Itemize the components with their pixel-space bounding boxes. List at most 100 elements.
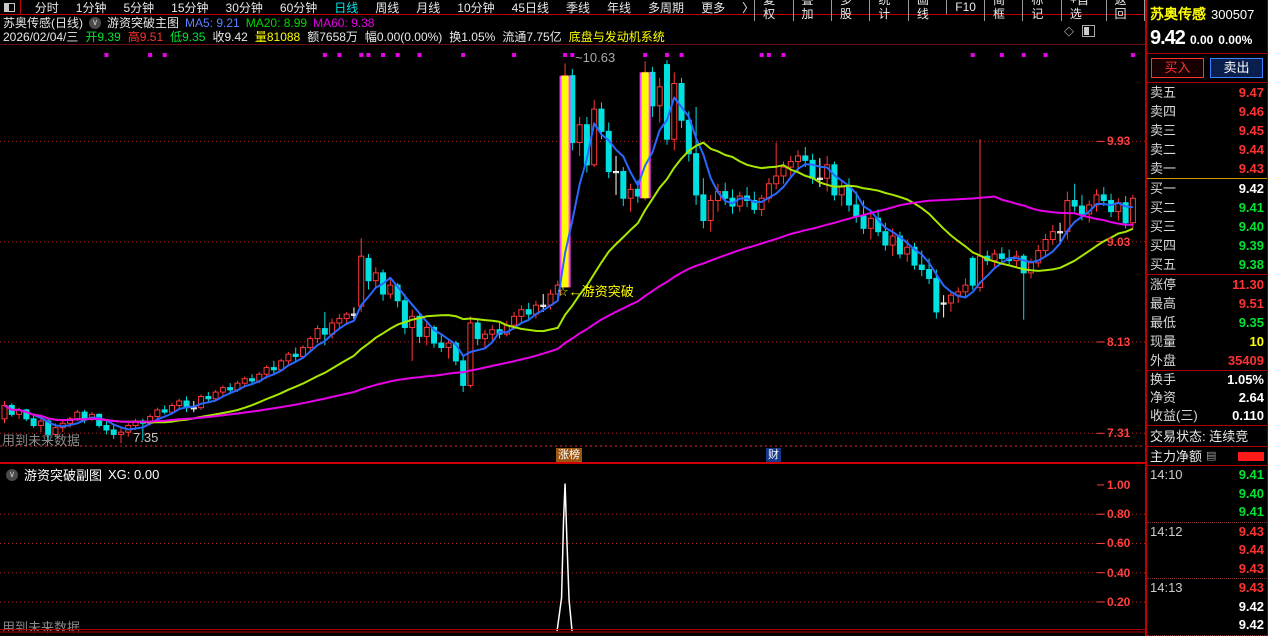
signal-dot bbox=[1131, 53, 1135, 57]
candle-body bbox=[512, 316, 517, 325]
level-price: 9.45 bbox=[1239, 121, 1264, 140]
candle-body bbox=[905, 247, 910, 254]
bid-row[interactable]: 买二9.41 bbox=[1147, 198, 1267, 217]
event-badge-涨榜[interactable]: 涨榜 bbox=[556, 448, 582, 462]
candle-body bbox=[1072, 200, 1077, 206]
candle-body bbox=[883, 232, 888, 245]
subchart-header: ∨ 游资突破副图 XG: 0.00 bbox=[6, 465, 159, 484]
bid-row[interactable]: 买三9.40 bbox=[1147, 217, 1267, 236]
candle-body bbox=[111, 430, 116, 434]
signal-dot bbox=[1000, 53, 1004, 57]
panel-stock-code: 300507 bbox=[1211, 7, 1254, 22]
level-label: 卖一 bbox=[1150, 159, 1176, 178]
candle-body bbox=[1028, 263, 1033, 273]
level-price: 9.44 bbox=[1239, 140, 1264, 159]
candle-body bbox=[781, 167, 786, 176]
candle-body bbox=[934, 278, 939, 311]
candle-body bbox=[679, 84, 684, 121]
level-label: 卖五 bbox=[1150, 83, 1176, 102]
candle-body bbox=[788, 161, 793, 167]
tick-row: 9.40 bbox=[1147, 485, 1267, 504]
collapse-icon[interactable]: ∨ bbox=[6, 469, 18, 481]
candle-body bbox=[250, 379, 255, 381]
ask-row[interactable]: 卖三 9.45 bbox=[1147, 121, 1267, 140]
candle-body bbox=[927, 270, 932, 279]
candle-body bbox=[199, 397, 204, 408]
candle-body bbox=[963, 285, 968, 292]
buy-button[interactable]: 买入 bbox=[1151, 58, 1204, 78]
future-data-note-main: 用到未来数据 bbox=[2, 430, 80, 449]
level-label: 卖二 bbox=[1150, 140, 1176, 159]
candle-body bbox=[220, 388, 225, 392]
bid-row[interactable]: 买四9.39 bbox=[1147, 236, 1267, 255]
tick-group: 14:129.439.449.43 bbox=[1147, 523, 1267, 580]
price-change: 0.00 bbox=[1190, 33, 1213, 47]
candle-body bbox=[628, 189, 633, 198]
candle-body bbox=[1065, 200, 1070, 231]
panel-stock-name[interactable]: 苏奥传感 bbox=[1150, 4, 1206, 24]
tick-list[interactable]: 14:109.419.409.4114:129.439.449.4314:139… bbox=[1147, 466, 1267, 636]
signal-dot bbox=[760, 53, 764, 57]
event-badge-财[interactable]: 财 bbox=[766, 448, 781, 462]
bid-row[interactable]: 买五9.38 bbox=[1147, 255, 1267, 274]
signal-dot bbox=[163, 53, 167, 57]
xg-spike bbox=[557, 483, 572, 631]
signal-dot bbox=[367, 53, 371, 57]
level-price: 9.38 bbox=[1239, 255, 1264, 274]
candle-body bbox=[75, 412, 80, 419]
candle-body bbox=[424, 327, 429, 336]
candle-body bbox=[606, 131, 611, 171]
tick-row: 9.41 bbox=[1147, 503, 1267, 522]
level-price: 9.43 bbox=[1239, 159, 1264, 178]
level-label: 卖三 bbox=[1150, 121, 1176, 140]
candlestick-chart[interactable] bbox=[0, 0, 1145, 636]
candle-body bbox=[308, 339, 313, 348]
signal-dot bbox=[337, 53, 341, 57]
stat-row-最低: 最低9.35 bbox=[1147, 313, 1267, 332]
trading-app-window: 分时1分钟5分钟15分钟30分钟60分钟日线周线月线10分钟45日线季线年线多周… bbox=[0, 0, 1268, 636]
stat-row-最高: 最高9.51 bbox=[1147, 294, 1267, 313]
signal-dot bbox=[461, 53, 465, 57]
level-price: 9.47 bbox=[1239, 83, 1264, 102]
price-change-pct: 0.00% bbox=[1218, 33, 1252, 47]
signal-dot bbox=[104, 53, 108, 57]
candle-body bbox=[366, 258, 371, 280]
candle-body bbox=[169, 405, 174, 412]
subchart-bottom-band bbox=[0, 631, 1145, 633]
candle-body bbox=[701, 195, 706, 221]
candle-body bbox=[482, 334, 487, 338]
ask-row[interactable]: 卖一 9.43 bbox=[1147, 159, 1267, 178]
stat-row-现量: 现量10 bbox=[1147, 332, 1267, 351]
candle-body bbox=[846, 187, 851, 205]
bid-row[interactable]: 买一9.42 bbox=[1147, 179, 1267, 198]
candle-body bbox=[1050, 232, 1055, 240]
candle-body bbox=[118, 432, 123, 434]
candle-body bbox=[82, 412, 87, 419]
candle-body bbox=[970, 258, 975, 285]
candle-body bbox=[723, 192, 728, 199]
candle-body bbox=[868, 218, 873, 228]
list-icon: ▤ bbox=[1206, 447, 1216, 466]
signal-dot bbox=[323, 53, 327, 57]
candle-body bbox=[293, 354, 298, 356]
ask-row[interactable]: 卖四9.46 bbox=[1147, 102, 1267, 121]
sell-button[interactable]: 卖出 bbox=[1210, 58, 1263, 78]
highlight-band bbox=[642, 72, 649, 198]
candle-body bbox=[322, 329, 327, 335]
ask-row[interactable]: 卖二 9.44 bbox=[1147, 140, 1267, 159]
candle-body bbox=[839, 187, 844, 195]
quote-header: 苏奥传感 300507 9.42 0.00 0.00% bbox=[1147, 0, 1267, 54]
subchart-name[interactable]: 游资突破副图 bbox=[24, 465, 102, 484]
signal-dot bbox=[148, 53, 152, 57]
candle-body bbox=[657, 87, 662, 106]
candle-body bbox=[672, 84, 677, 140]
candle-body bbox=[919, 265, 924, 269]
candle-body bbox=[490, 330, 495, 334]
main-flow-row[interactable]: 主力净额 ▤ bbox=[1147, 447, 1267, 466]
level-price: 9.42 bbox=[1239, 179, 1264, 198]
candle-body bbox=[832, 165, 837, 195]
candle-body bbox=[228, 388, 233, 390]
level-label: 买四 bbox=[1150, 236, 1176, 255]
ask-row[interactable]: 卖五 9.47 bbox=[1147, 83, 1267, 102]
candle-body bbox=[344, 314, 349, 318]
